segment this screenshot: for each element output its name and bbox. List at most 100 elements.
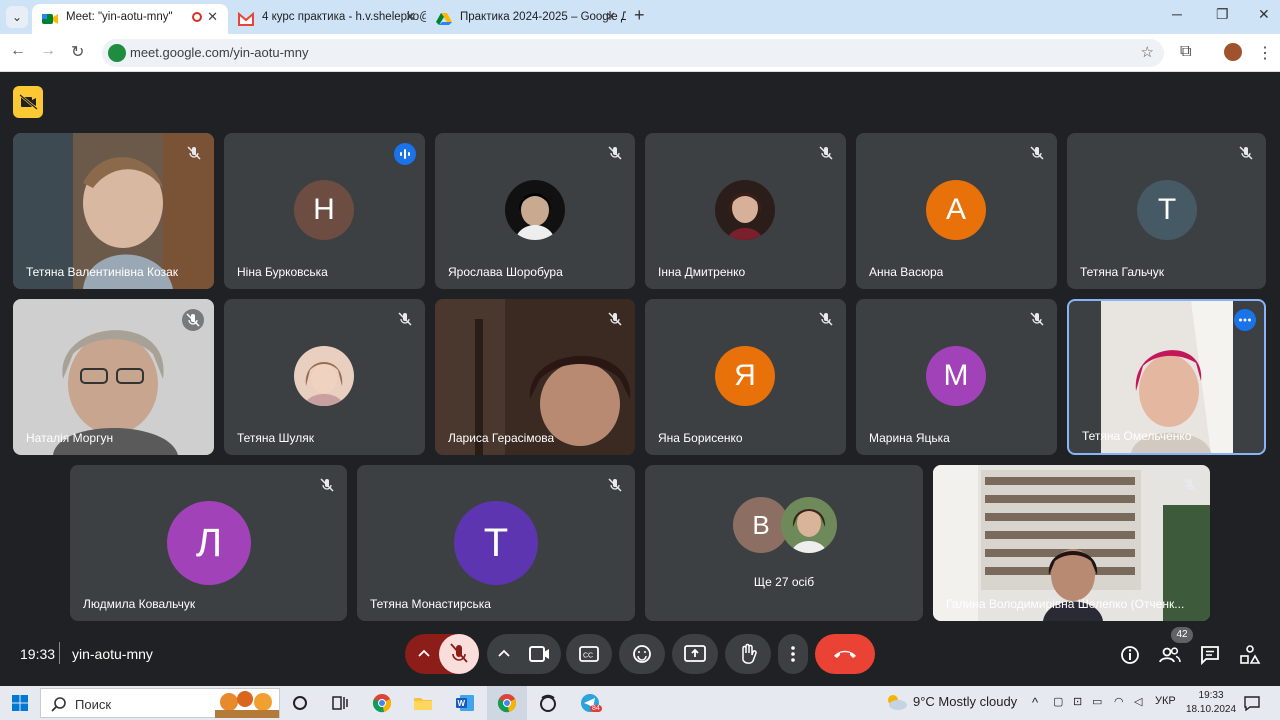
profile-avatar[interactable] xyxy=(1224,43,1242,61)
device-tray-icon[interactable]: ⊡ xyxy=(1073,695,1082,708)
participant-tile[interactable]: Н Ніна Бурковська xyxy=(224,133,425,289)
close-tab-icon[interactable]: ✕ xyxy=(207,4,218,30)
reactions-button[interactable] xyxy=(619,634,665,674)
people-icon[interactable] xyxy=(1159,644,1181,666)
activities-icon[interactable] xyxy=(1239,644,1261,666)
others-tile[interactable]: В Ще 27 осіб xyxy=(645,465,923,621)
participants-count-badge: 42 xyxy=(1171,627,1193,643)
windows-start-icon[interactable] xyxy=(12,695,28,711)
wifi-icon[interactable]: ◠ xyxy=(1114,695,1124,708)
participant-name: Галина Володимирівна Шелепко (Отченк... xyxy=(946,597,1185,611)
minimize-icon[interactable]: ─ xyxy=(1172,6,1182,22)
url-text[interactable]: meet.google.com/yin-aotu-mny xyxy=(130,45,308,60)
participant-name: Тетяна Гальчук xyxy=(1080,265,1165,279)
participant-name: Лариса Герасімова xyxy=(448,431,555,445)
chrome-taskbar-icon[interactable] xyxy=(372,693,392,713)
participant-tile[interactable]: Інна Дмитренко xyxy=(645,133,846,289)
extensions-icon[interactable]: ⧉ xyxy=(1180,43,1191,61)
participant-tile[interactable]: Галина Володимирівна Шелепко (Отченк... xyxy=(933,465,1210,621)
tab-meet[interactable]: Meet: "yin-aotu-mny" ✕ xyxy=(32,4,228,34)
mic-off-icon xyxy=(187,146,201,160)
close-window-icon[interactable]: ✕ xyxy=(1258,6,1270,23)
participant-name: Анна Васюра xyxy=(869,265,944,279)
others-count-label: Ще 27 осіб xyxy=(753,575,815,589)
participant-name: Тетяна Омельченко xyxy=(1082,429,1192,443)
leave-call-button[interactable] xyxy=(815,634,875,674)
camera-off-badge[interactable] xyxy=(13,86,43,118)
word-icon[interactable]: W xyxy=(455,693,475,713)
participant-tile[interactable]: Наталія Моргун xyxy=(13,299,214,455)
new-tab-button[interactable]: + xyxy=(634,5,645,26)
meet-tray-icon[interactable]: ▢ xyxy=(1053,695,1063,708)
tab-gmail[interactable]: 4 курс практика - h.v.shelepko@ ✕ xyxy=(228,4,426,34)
search-icon xyxy=(51,697,66,712)
participant-tile[interactable]: Л Людмила Ковальчук xyxy=(70,465,347,621)
opera-icon[interactable] xyxy=(538,693,558,713)
tab-title: 4 курс практика - h.v.shelepko@ xyxy=(262,11,426,23)
language-indicator[interactable]: УКР xyxy=(1155,695,1176,707)
participant-tile[interactable]: Тетяна Шуляк xyxy=(224,299,425,455)
tab-search-dropdown[interactable]: ⌄ xyxy=(6,6,28,28)
site-info-icon[interactable] xyxy=(108,44,126,62)
maximize-icon[interactable]: ❐ xyxy=(1216,6,1229,23)
participant-tile[interactable]: Лариса Герасімова xyxy=(435,299,635,455)
bookmark-star-icon[interactable]: ☆ xyxy=(1141,43,1154,61)
tab-google-drive[interactable]: Практика 2024-2025 – Google Д ✕ xyxy=(426,4,626,34)
avatar: А xyxy=(926,180,986,240)
close-tab-icon[interactable]: ✕ xyxy=(605,4,616,30)
participant-tile[interactable]: А Анна Васюра xyxy=(856,133,1057,289)
present-screen-icon xyxy=(684,645,706,662)
notifications-icon[interactable] xyxy=(1244,695,1260,711)
participant-tile[interactable]: М Марина Яцька xyxy=(856,299,1057,455)
participant-tile-pinned[interactable]: Тетяна Омельченко xyxy=(1067,299,1266,455)
captions-button[interactable]: CC xyxy=(566,634,612,674)
mic-off-icon xyxy=(608,312,622,326)
mic-off-icon xyxy=(182,309,204,331)
meeting-details-icon[interactable] xyxy=(1119,644,1141,666)
participant-tile[interactable]: Ярослава Шоробура xyxy=(435,133,635,289)
mic-off-icon xyxy=(608,478,622,492)
participant-tile[interactable]: Т Тетяна Монастирська xyxy=(357,465,635,621)
avatar: Т xyxy=(1137,180,1197,240)
participant-tile[interactable]: Я Яна Борисенко xyxy=(645,299,846,455)
participant-tile[interactable]: Т Тетяна Гальчук xyxy=(1067,133,1266,289)
more-options-icon[interactable] xyxy=(1234,309,1256,331)
mic-off-icon xyxy=(398,312,412,326)
back-icon[interactable]: ← xyxy=(10,42,26,60)
meeting-code[interactable]: yin-aotu-mny xyxy=(72,646,153,662)
file-explorer-icon[interactable] xyxy=(413,693,433,713)
avatar: М xyxy=(926,346,986,406)
emoji-icon xyxy=(633,645,651,663)
tray-overflow-icon[interactable]: ^ xyxy=(1032,695,1038,710)
chrome-active-taskbar-icon[interactable] xyxy=(497,693,517,713)
close-tab-icon[interactable]: ✕ xyxy=(405,4,416,30)
camera-toggle[interactable] xyxy=(487,634,561,674)
mic-toggle[interactable] xyxy=(405,634,479,674)
battery-icon[interactable]: ▭ xyxy=(1092,695,1102,708)
mic-off-icon xyxy=(819,312,833,326)
mic-control-group xyxy=(405,634,479,674)
cortana-icon[interactable] xyxy=(290,693,310,713)
gmail-icon xyxy=(238,10,254,26)
google-drive-icon xyxy=(436,10,452,25)
task-view-icon[interactable] xyxy=(330,693,350,713)
taskbar-search[interactable]: Поиск xyxy=(40,688,280,718)
clock-time: 19:33 xyxy=(1198,690,1224,701)
mic-off-icon xyxy=(819,146,833,160)
participant-tile[interactable]: Тетяна Валентинівна Козак xyxy=(13,133,214,289)
mic-off-icon xyxy=(1239,146,1253,160)
reload-icon[interactable]: ↻ xyxy=(71,42,84,62)
chat-icon[interactable] xyxy=(1199,644,1221,666)
chrome-menu-icon[interactable]: ⋮ xyxy=(1257,43,1273,63)
meeting-controls-bar: 19:33 yin-aotu-mny CC 42 xyxy=(0,627,1280,680)
volume-icon[interactable]: ◁ xyxy=(1134,695,1142,708)
omnibox[interactable]: meet.google.com/yin-aotu-mny ☆ xyxy=(102,39,1164,67)
more-vert-icon xyxy=(791,646,795,662)
participant-name: Яна Борисенко xyxy=(658,431,743,445)
weather-text[interactable]: 9°C Mostly cloudy xyxy=(913,694,1017,709)
more-options-button[interactable] xyxy=(778,634,808,674)
taskbar-clock[interactable]: 19:33 18.10.2024 xyxy=(1186,689,1236,717)
raise-hand-button[interactable] xyxy=(725,634,771,674)
present-button[interactable] xyxy=(672,634,718,674)
forward-icon[interactable]: → xyxy=(40,42,56,60)
